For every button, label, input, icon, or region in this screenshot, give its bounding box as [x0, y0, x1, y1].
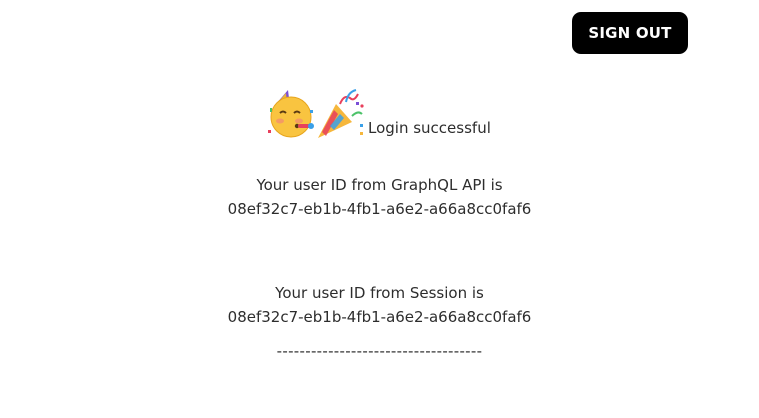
dashed-separator: ------------------------------------: [276, 342, 483, 360]
sign-out-button[interactable]: SIGN OUT: [572, 12, 688, 54]
login-success-banner: Login successful: [266, 86, 491, 140]
session-user-id-value: 08ef32c7-eb1b-4fb1-a6e2-a66a8cc0faf6: [227, 308, 532, 326]
login-success-message: Login successful: [368, 119, 491, 137]
graphql-user-id-label: Your user ID from GraphQL API is: [256, 176, 503, 194]
graphql-user-id-value: 08ef32c7-eb1b-4fb1-a6e2-a66a8cc0faf6: [227, 200, 532, 218]
session-user-id-section: Your user ID from Session is 08ef32c7-eb…: [0, 281, 759, 329]
party-popper-icon: [316, 88, 366, 140]
session-user-id-label: Your user ID from Session is: [275, 284, 484, 302]
partying-face-icon: [266, 88, 316, 140]
login-success-page: SIGN OUT Login successful Your user ID f…: [0, 0, 759, 418]
graphql-user-id-section: Your user ID from GraphQL API is 08ef32c…: [0, 173, 759, 221]
